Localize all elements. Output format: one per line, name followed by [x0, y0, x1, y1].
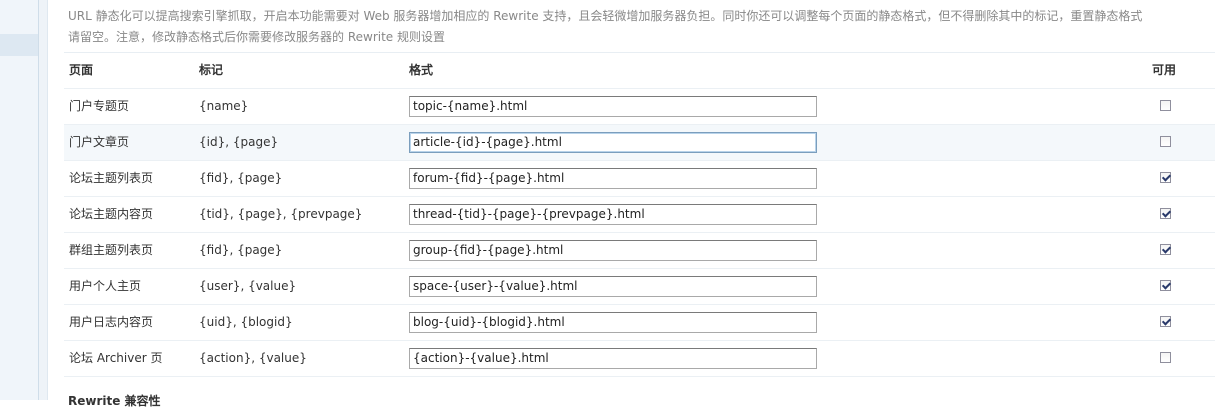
- header-format: 格式: [409, 63, 434, 77]
- format-input[interactable]: [409, 96, 817, 117]
- table-row: 论坛主题内容页 {tid}, {page}, {prevpage}: [64, 197, 1215, 233]
- table-row: 门户文章页 {id}, {page}: [64, 125, 1215, 161]
- row-page: 门户专题页: [69, 99, 130, 113]
- row-mark: {name}: [199, 99, 249, 113]
- table-row: 群组主题列表页 {fid}, {page}: [64, 233, 1215, 269]
- enable-checkbox[interactable]: [1160, 352, 1171, 363]
- format-input[interactable]: [409, 204, 817, 225]
- row-page: 门户文章页: [69, 135, 130, 149]
- header-mark: 标记: [199, 63, 224, 77]
- table-row: 用户日志内容页 {uid}, {blogid}: [64, 305, 1215, 341]
- enable-checkbox[interactable]: [1160, 244, 1171, 255]
- enable-checkbox[interactable]: [1160, 316, 1171, 327]
- row-mark: {fid}, {page}: [199, 243, 283, 257]
- row-page: 用户个人主页: [69, 279, 142, 293]
- sidebar-divider: [39, 0, 48, 400]
- row-mark: {fid}, {page}: [199, 171, 283, 185]
- table-row: 用户个人主页 {user}, {value}: [64, 269, 1215, 305]
- row-mark: {id}, {page}: [199, 135, 279, 149]
- format-input[interactable]: [409, 312, 817, 333]
- header-page: 页面: [69, 63, 94, 77]
- row-page: 论坛 Archiver 页: [69, 351, 163, 365]
- enable-checkbox[interactable]: [1160, 208, 1171, 219]
- table-row: 论坛 Archiver 页 {action}, {value}: [64, 341, 1215, 377]
- row-page: 用户日志内容页: [69, 315, 154, 329]
- sidebar: [0, 0, 39, 400]
- table-header: 页面 标记 格式 可用: [64, 53, 1215, 89]
- row-mark: {tid}, {page}, {prevpage}: [199, 207, 363, 221]
- format-input[interactable]: [409, 276, 817, 297]
- enable-checkbox[interactable]: [1160, 100, 1171, 111]
- format-input[interactable]: [409, 168, 817, 189]
- format-input[interactable]: [409, 132, 817, 153]
- sidebar-active-item[interactable]: [0, 34, 38, 56]
- section-title-rewrite-compat: Rewrite 兼容性: [68, 394, 161, 408]
- rewrite-table: 页面 标记 格式 可用 门户专题页 {name} 门户文章页 {id}, {pa…: [64, 53, 1215, 377]
- row-page: 群组主题列表页: [69, 243, 154, 257]
- format-input[interactable]: [409, 240, 817, 261]
- format-input[interactable]: [409, 348, 817, 369]
- enable-checkbox[interactable]: [1160, 280, 1171, 291]
- row-mark: {user}, {value}: [199, 279, 297, 293]
- tips-text: URL 静态化可以提高搜索引擎抓取，开启本功能需要对 Web 服务器增加相应的 …: [68, 9, 1143, 44]
- row-page: 论坛主题列表页: [69, 171, 154, 185]
- row-page: 论坛主题内容页: [69, 207, 154, 221]
- table-row: 论坛主题列表页 {fid}, {page}: [64, 161, 1215, 197]
- table-row: 门户专题页 {name}: [64, 89, 1215, 125]
- row-mark: {uid}, {blogid}: [199, 315, 293, 329]
- header-available: 可用: [1152, 63, 1177, 77]
- enable-checkbox[interactable]: [1160, 172, 1171, 183]
- enable-checkbox[interactable]: [1160, 136, 1171, 147]
- main-content: URL 静态化可以提高搜索引擎抓取，开启本功能需要对 Web 服务器增加相应的 …: [48, 0, 1215, 408]
- row-mark: {action}, {value}: [199, 351, 307, 365]
